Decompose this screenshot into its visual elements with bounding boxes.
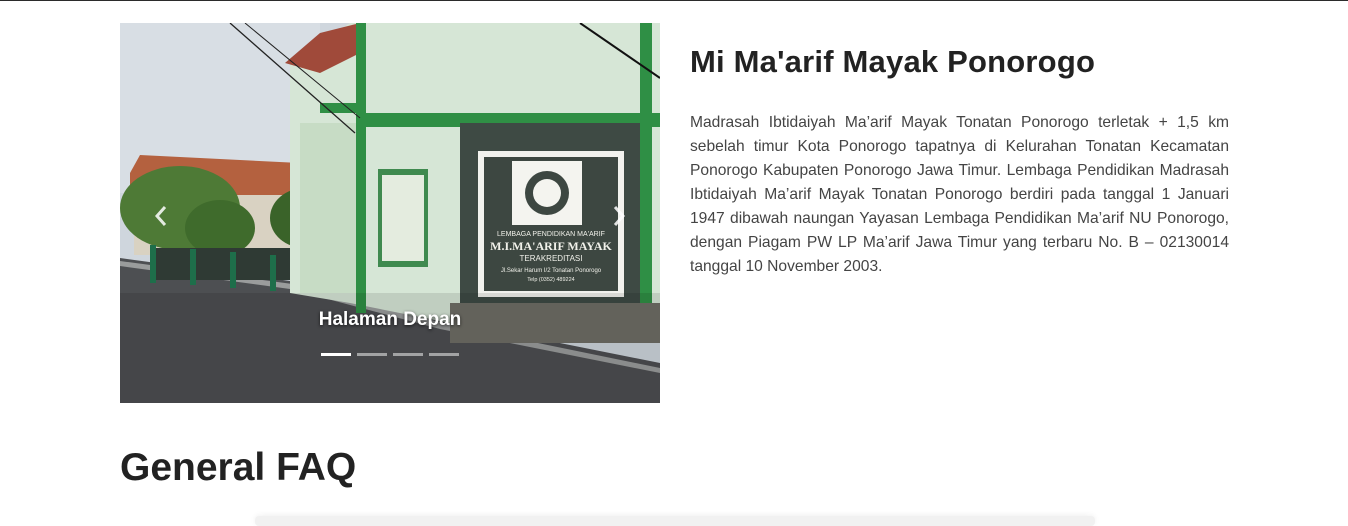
- school-title: Mi Ma'arif Mayak Ponorogo: [690, 44, 1096, 79]
- top-divider: [0, 0, 1348, 1]
- svg-text:Jl.Sekar Harum I/2 Tonatan Pon: Jl.Sekar Harum I/2 Tonatan Ponorogo: [501, 268, 602, 274]
- svg-text:LEMBAGA PENDIDIKAN MA'ARIF: LEMBAGA PENDIDIKAN MA'ARIF: [497, 231, 605, 238]
- carousel-next-button[interactable]: [604, 201, 634, 231]
- svg-text:Telp (0352) 489224: Telp (0352) 489224: [527, 277, 574, 283]
- faq-panel-edge: [255, 516, 1095, 526]
- school-description: Madrasah Ibtidaiyah Ma’arif Mayak Tonata…: [690, 114, 1229, 275]
- faq-heading: General FAQ: [120, 446, 357, 489]
- carousel-indicator-2[interactable]: [357, 353, 387, 356]
- slide-image: LEMBAGA PENDIDIKAN MA'ARIF M.I.MA'ARIF M…: [120, 23, 660, 403]
- carousel-indicator-3[interactable]: [393, 353, 423, 356]
- carousel-prev-button[interactable]: [146, 201, 176, 231]
- carousel-indicators: [321, 353, 459, 356]
- carousel-indicator-1[interactable]: [321, 353, 351, 356]
- svg-text:TERAKREDITASI: TERAKREDITASI: [520, 254, 583, 263]
- chevron-left-icon: [154, 206, 167, 226]
- chevron-right-icon: [613, 206, 626, 226]
- slide-caption: Halaman Depan: [318, 309, 462, 330]
- image-carousel[interactable]: LEMBAGA PENDIDIKAN MA'ARIF M.I.MA'ARIF M…: [120, 23, 660, 403]
- carousel-indicator-4[interactable]: [429, 353, 459, 356]
- svg-text:M.I.MA'ARIF MAYAK: M.I.MA'ARIF MAYAK: [490, 239, 612, 253]
